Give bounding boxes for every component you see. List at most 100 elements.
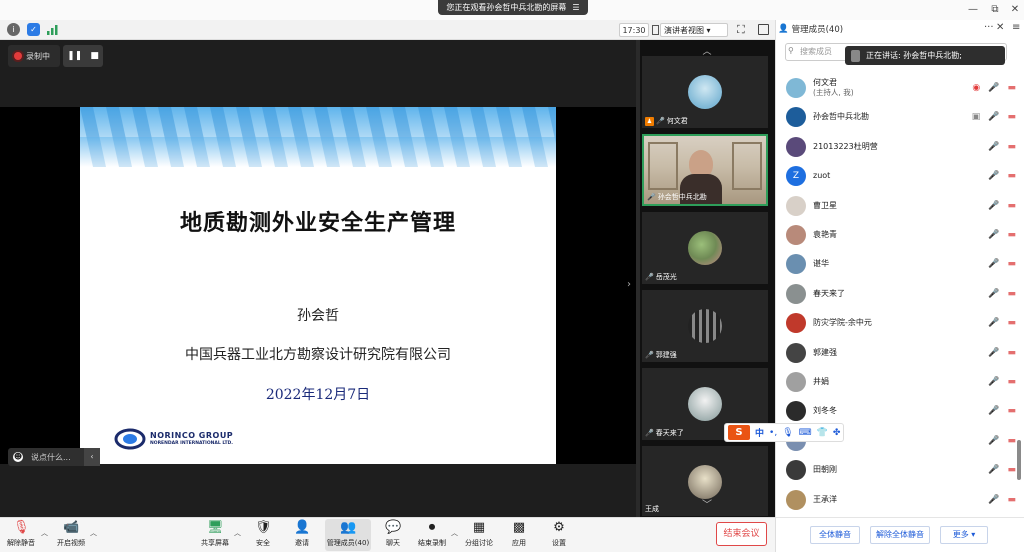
close-window-button[interactable]: ✕ xyxy=(1008,3,1022,17)
pause-recording-button[interactable]: ❚❚ xyxy=(67,51,82,61)
camera-off-icon[interactable]: ▬ xyxy=(1007,171,1016,181)
mic-muted-icon[interactable]: 🎤 xyxy=(988,83,999,93)
participant-row[interactable]: 田朝刚 🎤 ▬ xyxy=(786,456,1016,484)
camera-off-icon[interactable]: ▬ xyxy=(1007,377,1016,387)
info-icon[interactable]: i xyxy=(7,23,20,36)
fullscreen-icon[interactable]: ⛶ xyxy=(737,23,750,36)
mic-muted-icon[interactable]: 🎤 xyxy=(988,406,999,416)
video-tile-active[interactable]: 🎤 孙会哲中兵北勘 xyxy=(642,134,768,206)
mic-muted-icon[interactable]: 🎤 xyxy=(988,465,999,475)
participant-row[interactable]: 21013223杜明营 🎤 ▬ xyxy=(786,133,1016,161)
ime-apps-icon[interactable]: ✤ xyxy=(833,428,841,438)
settings-button[interactable]: ⚙ 设置 xyxy=(538,519,580,551)
camera-off-icon[interactable]: ▬ xyxy=(1007,495,1016,505)
screen-share-notice[interactable]: 您正在观看孙会哲中兵北勘的屏幕 ☰ xyxy=(438,0,588,15)
participant-row[interactable]: 王承洋 🎤 ▬ xyxy=(786,486,1016,514)
start-video-button[interactable]: 📹 开启视频 xyxy=(50,519,92,551)
speaker-view-dropdown[interactable]: 演讲者视图 ▾ xyxy=(660,23,728,37)
panel-menu-icon[interactable]: ≡ xyxy=(1012,22,1020,33)
camera-off-icon[interactable]: ▬ xyxy=(1007,259,1016,269)
participant-row[interactable]: Zzuot 🎤 ▬ xyxy=(786,162,1016,190)
mic-muted-icon[interactable]: 🎤 xyxy=(988,318,999,328)
panel-close-icon[interactable]: ✕ xyxy=(996,22,1004,33)
chat-button[interactable]: 💬 聊天 xyxy=(372,519,414,551)
security-button[interactable]: 🛡 安全 xyxy=(242,519,284,551)
participant-row[interactable]: 何文君 (主持人, 我) ◉ 🎤 ▬ xyxy=(786,74,1016,102)
mic-muted-icon[interactable]: 🎤 xyxy=(988,495,999,505)
camera-off-icon[interactable]: ▬ xyxy=(1007,201,1016,211)
restore-button[interactable]: ⧉ xyxy=(988,3,1002,17)
camera-off-icon[interactable]: ▬ xyxy=(1007,348,1016,358)
minimize-button[interactable]: — xyxy=(966,3,980,17)
share-options-chevron-icon[interactable]: ︿ xyxy=(234,528,241,538)
ime-punct-icon[interactable]: •, xyxy=(769,428,777,438)
ime-toolbar[interactable]: S 中 •, 🎙 ⌨ 👕 ✤ xyxy=(724,423,844,442)
panel-more-icon[interactable]: ··· xyxy=(984,22,994,33)
panel-scrollbar[interactable] xyxy=(1017,440,1021,480)
participant-row[interactable]: 曹卫星 🎤 ▬ xyxy=(786,192,1016,220)
sogou-logo-icon[interactable]: S xyxy=(728,425,750,440)
participant-row[interactable]: 谌华 🎤 ▬ xyxy=(786,250,1016,278)
camera-off-icon[interactable]: ▬ xyxy=(1007,230,1016,240)
mic-muted-icon[interactable]: 🎤 xyxy=(988,230,999,240)
participant-row[interactable]: 春天来了 🎤 ▬ xyxy=(786,280,1016,308)
mic-muted-icon[interactable]: 🎤 xyxy=(988,171,999,181)
logo-text-line2: NORENDAR INTERNATIONAL LTD. xyxy=(150,441,233,446)
mic-muted-icon[interactable]: 🎤 xyxy=(988,436,999,446)
camera-off-icon[interactable]: ▬ xyxy=(1007,142,1016,152)
shield-icon[interactable]: ✓ xyxy=(27,23,40,36)
mic-icon[interactable]: 🎤 xyxy=(988,112,999,122)
video-options-chevron-icon[interactable]: ︿ xyxy=(90,528,97,538)
more-button[interactable]: 更多 ▾ xyxy=(940,526,988,544)
expand-gallery-icon[interactable]: › xyxy=(624,276,634,294)
collapse-chevron-icon[interactable]: ‹ xyxy=(84,448,100,466)
camera-off-icon[interactable]: ▬ xyxy=(1007,406,1016,416)
mic-muted-icon[interactable]: 🎤 xyxy=(988,377,999,387)
participant-row[interactable]: 袁艳青 🎤 ▬ xyxy=(786,221,1016,249)
participant-row[interactable]: 郭建强 🎤 ▬ xyxy=(786,339,1016,367)
manage-members-button[interactable]: 👥 管理成员(40) xyxy=(325,519,371,551)
record-options-chevron-icon[interactable]: ︿ xyxy=(451,528,458,538)
share-menu-icon[interactable]: ☰ xyxy=(572,3,579,12)
gallery-scroll-down-icon[interactable]: ﹀ xyxy=(700,496,714,511)
mic-muted-icon[interactable]: 🎤 xyxy=(988,201,999,211)
camera-off-icon[interactable]: ▬ xyxy=(1007,465,1016,475)
apps-button[interactable]: ▩ 应用 xyxy=(498,519,540,551)
end-meeting-button[interactable]: 结束会议 xyxy=(716,522,767,546)
unmute-all-button[interactable]: 解除全体静音 xyxy=(870,526,930,544)
camera-off-icon[interactable]: ▬ xyxy=(1007,83,1016,93)
stop-recording-button[interactable]: ⏺ 结束录制 xyxy=(411,519,453,551)
camera-off-icon[interactable]: ▬ xyxy=(1007,436,1016,446)
camera-off-icon[interactable]: ▬ xyxy=(1007,289,1016,299)
mic-muted-icon[interactable]: 🎤 xyxy=(988,348,999,358)
stop-recording-button[interactable]: ■ xyxy=(90,51,99,61)
video-tile[interactable]: ♟ 🎤 何文君 xyxy=(642,56,768,128)
chat-placeholder[interactable]: 说点什么... xyxy=(31,452,71,463)
participant-row[interactable]: 孙会哲中兵北勘 ▣ 🎤 ▬ xyxy=(786,103,1016,131)
emoji-icon[interactable]: ☻ xyxy=(13,452,23,462)
camera-off-icon[interactable]: ▬ xyxy=(1007,318,1016,328)
mic-muted-icon[interactable]: 🎤 xyxy=(988,289,999,299)
ime-skin-icon[interactable]: 👕 xyxy=(817,428,828,438)
participant-row[interactable]: 井娟 🎤 ▬ xyxy=(786,368,1016,396)
participant-row[interactable]: 防灾学院-余中元 🎤 ▬ xyxy=(786,309,1016,337)
breakout-rooms-button[interactable]: ▦ 分组讨论 xyxy=(458,519,500,551)
gallery-scroll-up-icon[interactable]: ︿ xyxy=(700,44,714,57)
mic-muted-icon[interactable]: 🎤 xyxy=(988,142,999,152)
invite-button[interactable]: 👤 邀请 xyxy=(281,519,323,551)
ime-keyboard-icon[interactable]: ⌨ xyxy=(799,428,812,438)
sidebar-toggle-icon[interactable] xyxy=(758,24,769,35)
signal-icon[interactable] xyxy=(47,25,59,35)
chat-input-bar[interactable]: ☻ 说点什么... ‹ xyxy=(8,448,100,466)
mic-muted-icon[interactable]: 🎤 xyxy=(988,259,999,269)
camera-off-icon[interactable]: ▬ xyxy=(1007,112,1016,122)
ime-voice-icon[interactable]: 🎙 xyxy=(782,428,793,438)
video-tile[interactable]: 🎤 岳茂光 xyxy=(642,212,768,284)
participant-row[interactable]: 刘冬冬 🎤 ▬ xyxy=(786,397,1016,425)
ime-lang-toggle[interactable]: 中 xyxy=(755,426,764,439)
video-tile[interactable]: 🎤 郭建强 xyxy=(642,290,768,362)
share-screen-button[interactable]: 🖥 共享屏幕 xyxy=(194,519,236,551)
audio-options-chevron-icon[interactable]: ︿ xyxy=(41,528,48,538)
mute-all-button[interactable]: 全体静音 xyxy=(810,526,860,544)
unmute-button[interactable]: 🎙 解除静音 xyxy=(0,519,42,551)
